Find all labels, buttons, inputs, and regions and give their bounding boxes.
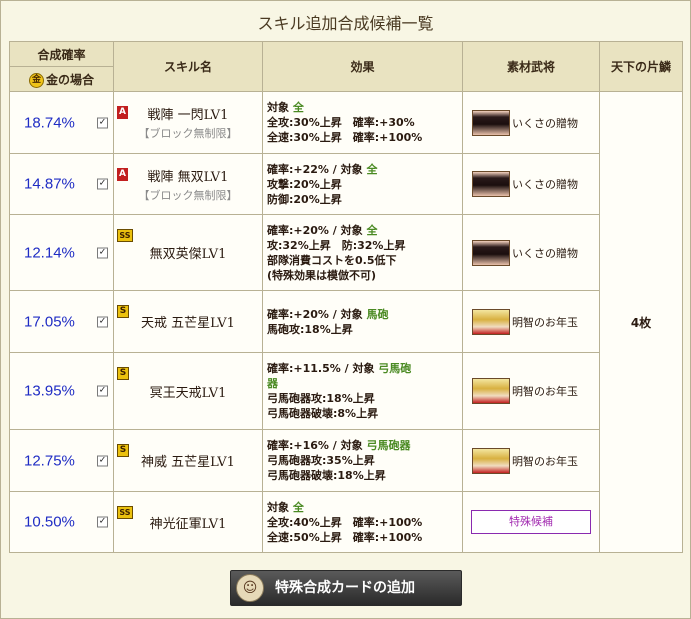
rate-cell: 14.87% ✓ [9, 153, 114, 215]
material-cell: 明智のお年玉 [462, 290, 600, 353]
skill-name: 神光征軍LV1 [149, 516, 227, 532]
rate-value: 10.50% [24, 513, 75, 531]
rate-value: 13.95% [24, 382, 75, 400]
rate-cell: 12.75% ✓ [9, 429, 114, 492]
skill-name: 天戒 五芒星LV1 [141, 316, 235, 331]
table-row: 12.14% ✓ SS 無双英傑LV1 確率:+20% / 対象 全攻:32%上昇 防:… [9, 214, 683, 291]
rate-cell: 18.74% ✓ [9, 91, 114, 154]
general-portrait [472, 447, 510, 474]
table-row: 10.50% ✓ SS 神光征軍LV1 対象 全全攻:40%上昇 確率:+100% 全速:… [9, 491, 683, 553]
rate-value: 12.75% [24, 452, 75, 469]
general-portrait [472, 171, 510, 197]
general-portrait [472, 308, 510, 335]
material-cell: 明智のお年玉 [462, 429, 600, 492]
rarity-badge-icon: A [117, 106, 128, 119]
page-title: スキル追加合成候補一覧 [257, 14, 434, 33]
skill-name: 神威 五芒星LV1 [141, 455, 235, 470]
effect-cell: 確率:+16% / 対象 弓馬砲器 弓馬砲器攻:35%上昇 弓馬砲器破壊:18%上昇 [262, 429, 463, 492]
add-special-card-label: 特殊合成カードの追加 [275, 580, 415, 596]
skill-name: 戦陣 無双LV1 [147, 169, 229, 185]
rate-cell: 10.50% ✓ [9, 491, 114, 553]
material-cell: 明智のお年玉 [462, 352, 600, 430]
effect-cell: 確率:+22% / 対象 全攻撃:20%上昇 防御:20%上昇 [262, 153, 463, 215]
table-row: 18.74% ✓ A 戦陣 一閃LV1 【ブロック無制限】 対象 全全攻:30%上昇 確率… [9, 91, 683, 553]
rate-cell: 13.95% ✓ [9, 352, 114, 430]
rate-header: 合成確率 [9, 41, 114, 67]
selection-checkbox[interactable]: ✓ [97, 247, 108, 258]
material-header: 素材武将 [462, 41, 600, 92]
skill-note: 【ブロック無制限】 [138, 188, 238, 202]
rate-value: 14.87% [24, 175, 75, 193]
effect-cell: 対象 全全攻:30%上昇 確率:+30% 全速:30%上昇 確率:+100% [262, 91, 463, 154]
table-row: 14.87% ✓ A 戦陣 無双LV1 【ブロック無制限】 確率:+22% / 対象 全攻… [9, 153, 683, 215]
table-row: 12.75% ✓ S 神威 五芒星LV1 確率:+16% / 対象 弓馬砲器 弓馬砲器攻:… [9, 429, 683, 492]
rarity-badge-icon: S [117, 367, 129, 380]
skill-cell: SS 神光征軍LV1 [113, 491, 263, 553]
selection-checkbox[interactable]: ✓ [97, 117, 108, 128]
table-row: 17.05% ✓ S 天戒 五芒星LV1 確率:+20% / 対象 馬砲 馬砲攻:18%上… [9, 290, 683, 353]
material-name: 明智のお年玉 [512, 385, 578, 398]
rate-cell: 12.14% ✓ [9, 214, 114, 291]
rarity-badge-icon: SS [117, 506, 133, 519]
rate-value: 12.14% [24, 244, 75, 261]
rarity-badge-icon: SS [117, 229, 133, 242]
material-cell: いくさの贈物 [462, 214, 600, 291]
rate-cell: 17.05% ✓ [9, 290, 114, 353]
material-name: いくさの贈物 [512, 246, 578, 260]
skill-cell: A 戦陣 一閃LV1 【ブロック無制限】 [113, 91, 263, 154]
rarity-badge-icon: A [117, 168, 128, 181]
skill-cell: A 戦陣 無双LV1 【ブロック無制限】 [113, 153, 263, 215]
material-cell: いくさの贈物 [462, 91, 600, 154]
effect-cell: 確率:+20% / 対象 全攻:32%上昇 防:32%上昇 部隊消費コストを0.5… [262, 214, 463, 291]
general-portrait [472, 109, 510, 136]
skill-name: 冥王天戒LV1 [149, 385, 227, 401]
material-cell: いくさの贈物 [462, 153, 600, 215]
skill-cell: SS 無双英傑LV1 [113, 214, 263, 291]
rate-value: 18.74% [24, 114, 75, 131]
general-portrait [472, 378, 510, 404]
synthesis-candidate-table: 合成確率 スキル名 効果 素材武将 天下の片鱗 金金の場合 18.74% ✓ A 戦陣… [9, 41, 683, 553]
general-portrait [472, 239, 510, 266]
skill-name: 無双英傑LV1 [149, 247, 227, 262]
tenka-count: 4枚 [599, 91, 683, 553]
tenka-header: 天下の片鱗 [599, 41, 683, 92]
selection-checkbox[interactable]: ✓ [97, 178, 108, 190]
material-name: いくさの贈物 [512, 178, 578, 191]
selection-checkbox[interactable]: ✓ [97, 316, 108, 327]
skill-name: 戦陣 一閃LV1 [147, 108, 229, 123]
selection-checkbox[interactable]: ✓ [97, 516, 108, 528]
special-candidate-button[interactable]: 特殊候補 [471, 510, 591, 534]
selection-checkbox[interactable]: ✓ [97, 455, 108, 466]
skill-note: 【ブロック無制限】 [138, 127, 238, 140]
table-row: 13.95% ✓ S 冥王天戒LV1 確率:+11.5% / 対象 弓馬砲器弓馬砲器攻:… [9, 352, 683, 430]
material-name: 明智のお年玉 [512, 315, 578, 329]
rarity-badge-icon: S [117, 305, 129, 318]
add-special-card-button[interactable]: ☺ 特殊合成カードの追加 [230, 570, 462, 606]
skill-cell: S 冥王天戒LV1 [113, 352, 263, 430]
effect-cell: 確率:+20% / 対象 馬砲 馬砲攻:18%上昇 [262, 290, 463, 353]
skill-cell: S 天戒 五芒星LV1 [113, 290, 263, 353]
effect-cell: 対象 全全攻:40%上昇 確率:+100% 全速:50%上昇 確率:+100% [262, 491, 463, 553]
effect-cell: 確率:+11.5% / 対象 弓馬砲器弓馬砲器攻:18%上昇 弓馬砲器破壊:8%上… [262, 352, 463, 430]
rarity-badge-icon: S [117, 444, 129, 457]
rate-value: 17.05% [24, 313, 75, 330]
gold-coin-icon: 金 [28, 72, 44, 88]
skill-header: スキル名 [113, 41, 263, 92]
character-face-icon: ☺ [236, 574, 264, 602]
selection-checkbox[interactable]: ✓ [97, 385, 108, 397]
material-cell: 特殊候補 [462, 491, 600, 553]
material-name: 明智のお年玉 [512, 454, 578, 468]
effect-header: 効果 [262, 41, 463, 92]
gold-case-header: 金金の場合 [9, 66, 114, 92]
material-name: いくさの贈物 [512, 116, 578, 130]
skill-cell: S 神威 五芒星LV1 [113, 429, 263, 492]
